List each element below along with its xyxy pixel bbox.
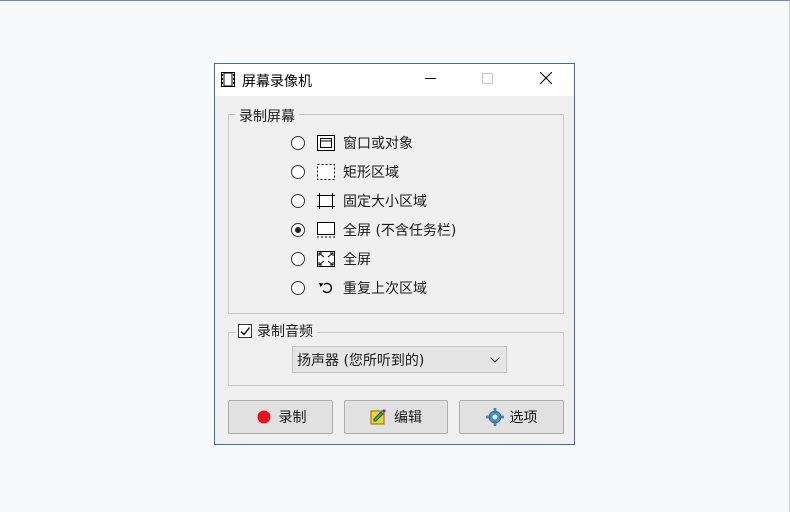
record-button[interactable]: 录制: [228, 400, 333, 434]
fullscreen-no-taskbar-icon: [317, 222, 335, 238]
option-rectangle-region[interactable]: 矩形区域: [291, 161, 399, 183]
rectangle-region-icon: [317, 164, 335, 180]
radio-fixed-size-region[interactable]: [291, 194, 305, 208]
option-label: 窗口或对象: [343, 136, 413, 152]
audio-source-value: 扬声器 (您所听到的): [297, 352, 425, 369]
record-icon: [255, 408, 273, 426]
record-audio-toggle[interactable]: 录制音频: [236, 321, 317, 341]
audio-source-dropdown[interactable]: 扬声器 (您所听到的): [292, 346, 507, 373]
screen-recorder-window: 屏幕录像机 录制屏幕 窗口或对象 矩形区域 固定大小区域 全屏 (不含任务栏) …: [214, 63, 575, 445]
option-label: 固定大小区域: [343, 194, 427, 210]
option-label: 重复上次区域: [343, 281, 427, 297]
maximize-icon: [481, 72, 493, 88]
minimize-icon: [424, 72, 436, 88]
window-title: 屏幕录像机: [242, 74, 312, 90]
option-fixed-size-region[interactable]: 固定大小区域: [291, 190, 427, 212]
record-audio-label: 录制音频: [257, 324, 313, 340]
edit-button-label: 编辑: [394, 410, 422, 426]
radio-fullscreen[interactable]: [291, 252, 305, 266]
option-repeat-last-region[interactable]: 重复上次区域: [291, 277, 427, 299]
radio-rectangle-region[interactable]: [291, 165, 305, 179]
options-button-label: 选项: [509, 410, 538, 426]
chevron-down-icon: [484, 356, 506, 363]
option-label: 全屏 (不含任务栏): [343, 223, 457, 239]
repeat-last-region-icon: [317, 280, 335, 296]
window-object-icon: [317, 135, 335, 151]
maximize-button[interactable]: [465, 64, 509, 96]
radio-repeat-last-region[interactable]: [291, 281, 305, 295]
minimize-button[interactable]: [408, 64, 452, 96]
record-screen-label: 录制屏幕: [235, 106, 299, 126]
radio-fullscreen-no-taskbar[interactable]: [291, 223, 305, 237]
record-audio-checkbox[interactable]: [238, 324, 252, 338]
option-window-object[interactable]: 窗口或对象: [291, 132, 413, 154]
option-label: 全屏: [343, 252, 371, 268]
record-button-label: 录制: [278, 410, 307, 426]
radio-window-object[interactable]: [291, 136, 305, 150]
fullscreen-icon: [317, 251, 335, 267]
edit-icon: [370, 408, 388, 426]
checkmark-icon: [240, 327, 251, 336]
fixed-size-region-icon: [317, 193, 335, 209]
option-fullscreen-no-taskbar[interactable]: 全屏 (不含任务栏): [291, 219, 456, 241]
gear-icon: [485, 408, 504, 426]
title-bar[interactable]: 屏幕录像机: [215, 64, 574, 96]
close-icon: [539, 71, 553, 88]
edit-button[interactable]: 编辑: [344, 400, 448, 434]
close-button[interactable]: [524, 64, 568, 96]
option-fullscreen[interactable]: 全屏: [291, 248, 371, 270]
film-icon: [221, 72, 235, 87]
option-label: 矩形区域: [343, 165, 399, 181]
options-button[interactable]: 选项: [459, 400, 564, 434]
